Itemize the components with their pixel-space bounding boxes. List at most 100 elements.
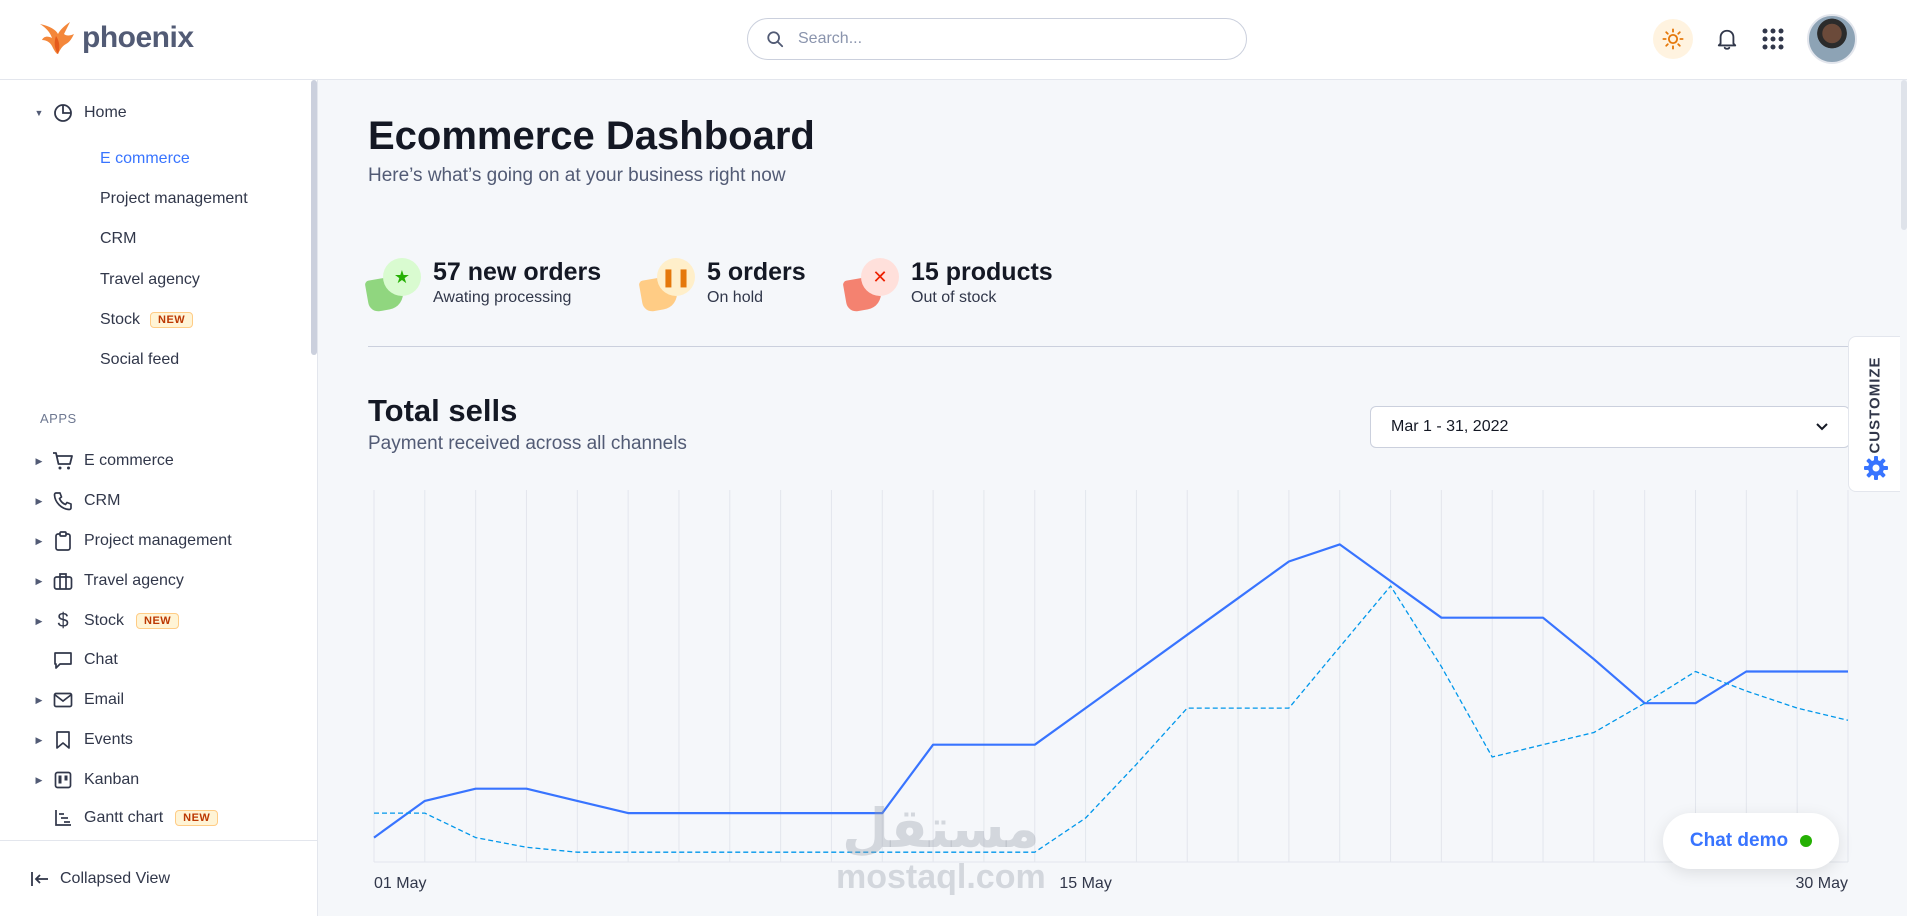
kanban-icon (52, 769, 74, 791)
sidebar-item-home[interactable]: ▼ Home (34, 102, 127, 124)
sidebar-subitem-label: Stock (100, 311, 141, 328)
sidebar: ▼ Home E commerce Project management CRM… (0, 80, 318, 916)
apps-grid-button[interactable] (1761, 27, 1785, 51)
new-badge: NEW (175, 810, 219, 826)
search-box[interactable] (747, 18, 1247, 60)
top-navbar: phoenix (0, 0, 1907, 80)
sidebar-item-stock[interactable]: ▶ $ Stock NEW (34, 609, 180, 632)
sidebar-item-gantt-chart[interactable]: Gantt chart NEW (52, 807, 219, 829)
briefcase-icon (52, 570, 74, 592)
stat-subtitle: Awating processing (433, 289, 572, 306)
top-actions (1653, 14, 1857, 64)
dollar-icon: $ (57, 609, 69, 632)
total-sells-subtitle: Payment received across all channels (368, 433, 687, 454)
x-tick-label: 01 May (374, 875, 426, 892)
watermark-latin: mostaql.com (836, 858, 1046, 897)
page-subtitle: Here’s what’s going on at your business … (368, 165, 786, 186)
section-divider (368, 346, 1848, 347)
clipboard-icon (52, 530, 74, 552)
stat-subtitle: On hold (707, 289, 764, 306)
stat-title: 5 orders (707, 258, 806, 286)
sidebar-item-label: E commerce (84, 452, 174, 469)
sidebar-item-email[interactable]: ▶ Email (34, 689, 124, 711)
series-line-2 (374, 585, 1849, 853)
apps-section-label: APPS (40, 411, 77, 426)
sidebar-item-label: Gantt chart (84, 809, 164, 826)
watermark-arabic: مستقل (842, 799, 1040, 859)
sidebar-item-label: Stock (84, 612, 125, 629)
new-badge: NEW (136, 613, 180, 629)
collapse-label: Collapsed View (60, 869, 170, 887)
series-line-1 (373, 543, 1848, 839)
caret-down-icon: ▼ (34, 108, 44, 118)
star-icon: ★ (383, 258, 421, 296)
sidebar-subitem-travel-agency[interactable]: Travel agency (100, 271, 200, 289)
sidebar-subitem-crm[interactable]: CRM (100, 230, 136, 248)
sidebar-item-travel-agency[interactable]: ▶ Travel agency (34, 570, 184, 592)
caret-right-icon: ▶ (35, 615, 43, 626)
app-logo[interactable]: phoenix (36, 18, 194, 58)
chevron-down-icon (1816, 423, 1828, 431)
user-avatar[interactable] (1807, 14, 1857, 64)
sidebar-item-label: Chat (84, 651, 118, 668)
stat-icon: ❚❚ (638, 256, 699, 316)
online-status-dot (1800, 835, 1813, 847)
sidebar-item-label: Home (84, 104, 127, 121)
customize-panel-toggle[interactable]: CUSTOMIZE (1848, 336, 1900, 492)
sidebar-subitem-stock[interactable]: Stock NEW (100, 311, 194, 329)
collapse-icon (31, 871, 48, 886)
grid-icon (1762, 28, 1784, 50)
chat-demo-label: Chat demo (1689, 830, 1789, 851)
caret-right-icon: ▶ (35, 575, 43, 586)
search-input[interactable] (798, 30, 1218, 48)
stat-orders-on-hold: ❚❚ 5 orders On hold (638, 256, 806, 316)
collapse-sidebar-button[interactable]: Collapsed View (0, 840, 317, 916)
caret-right-icon: ▶ (35, 455, 43, 466)
message-icon (52, 649, 74, 671)
notifications-button[interactable] (1715, 27, 1739, 51)
stat-new-orders: ★ 57 new orders Awating processing (364, 256, 602, 316)
gantt-icon (52, 807, 74, 829)
date-range-value: Mar 1 - 31, 2022 (1391, 418, 1509, 435)
sidebar-item-label: Kanban (84, 771, 140, 788)
sidebar-subitem-project-management[interactable]: Project management (100, 190, 248, 208)
phoenix-logo-icon (40, 22, 74, 54)
caret-right-icon: ▶ (35, 774, 43, 785)
mail-icon (52, 689, 74, 711)
sidebar-item-label: Project management (84, 532, 232, 549)
phone-icon (52, 490, 74, 512)
watermark: مستقل mostaql.com (836, 799, 1046, 897)
chat-demo-button[interactable]: Chat demo (1663, 813, 1839, 869)
caret-right-icon: ▶ (35, 535, 43, 546)
sidebar-item-ecommerce[interactable]: ▶ E commerce (34, 450, 174, 472)
stat-subtitle: Out of stock (911, 289, 997, 306)
sidebar-subitem-label: CRM (100, 230, 137, 247)
pie-chart-icon (52, 102, 74, 124)
stat-out-of-stock: ✕ 15 products Out of stock (842, 256, 1053, 316)
sidebar-item-events[interactable]: ▶ Events (34, 729, 133, 751)
x-tick-label: 30 May (1796, 875, 1848, 892)
sidebar-subitem-label: Project management (100, 190, 248, 207)
sidebar-item-chat[interactable]: Chat (52, 649, 118, 671)
sidebar-subitem-label: Travel agency (100, 271, 200, 288)
total-sells-title: Total sells (368, 393, 518, 428)
sun-icon (1662, 28, 1684, 50)
sidebar-item-label: Travel agency (84, 572, 184, 589)
sidebar-scrollbar[interactable] (311, 80, 317, 355)
sidebar-item-kanban[interactable]: ▶ Kanban (34, 769, 139, 791)
sidebar-subitem-ecommerce[interactable]: E commerce (100, 150, 190, 168)
page-title: Ecommerce Dashboard (368, 114, 815, 158)
theme-toggle-button[interactable] (1653, 19, 1693, 59)
date-range-select[interactable]: Mar 1 - 31, 2022 (1370, 406, 1850, 448)
sidebar-item-label: Events (84, 731, 133, 748)
gear-icon (1864, 456, 1888, 480)
sidebar-item-project-management[interactable]: ▶ Project management (34, 530, 232, 552)
sidebar-item-crm[interactable]: ▶ CRM (34, 490, 120, 512)
app-name: phoenix (82, 21, 194, 54)
stat-title: 57 new orders (433, 258, 602, 286)
x-icon: ✕ (861, 258, 899, 296)
sidebar-subitem-social-feed[interactable]: Social feed (100, 351, 179, 369)
page-scrollbar[interactable] (1901, 80, 1907, 230)
sidebar-item-label: CRM (84, 492, 121, 509)
caret-right-icon: ▶ (35, 734, 43, 745)
